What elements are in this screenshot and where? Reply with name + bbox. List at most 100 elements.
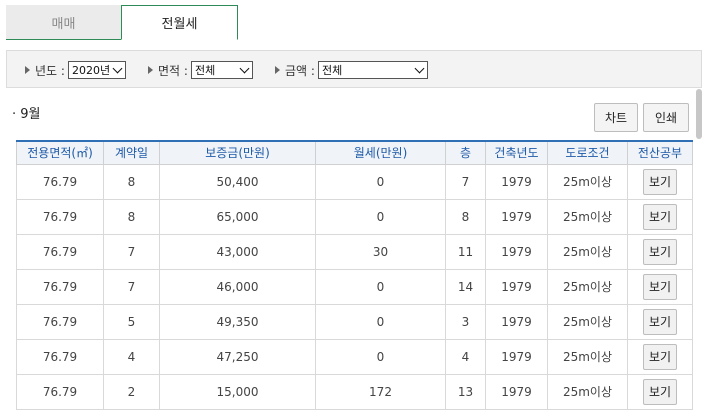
tab-rent[interactable]: 전월세 bbox=[121, 5, 238, 40]
cell-contract-day: 8 bbox=[103, 198, 160, 235]
table-row: 76.79 2 15,000 172 13 1979 25m이상 보기 bbox=[16, 373, 693, 410]
header-build-year: 건축년도 bbox=[485, 140, 548, 165]
area-filter: 면적 : 전체 bbox=[148, 60, 253, 80]
view-button[interactable]: 보기 bbox=[643, 273, 677, 300]
view-button[interactable]: 보기 bbox=[643, 378, 677, 405]
cell-contract-day: 7 bbox=[103, 268, 160, 305]
cell-build-year: 1979 bbox=[485, 338, 548, 375]
cell-deposit: 65,000 bbox=[159, 198, 316, 235]
cell-floor: 4 bbox=[445, 338, 486, 375]
chart-button[interactable]: 차트 bbox=[594, 103, 638, 132]
cell-monthly-rent: 172 bbox=[315, 373, 446, 410]
table-row: 76.79 8 50,400 0 7 1979 25m이상 보기 bbox=[16, 163, 693, 200]
cell-monthly-rent: 0 bbox=[315, 338, 446, 375]
cell-monthly-rent: 0 bbox=[315, 303, 446, 340]
header-deposit: 보증금(만원) bbox=[159, 140, 316, 165]
price-filter-label: 금액 : bbox=[285, 63, 315, 78]
year-filter: 년도 : 2020년 bbox=[25, 60, 126, 80]
cell-floor: 8 bbox=[445, 198, 486, 235]
cell-floor: 3 bbox=[445, 303, 486, 340]
table-row: 76.79 5 49,350 0 3 1979 25m이상 보기 bbox=[16, 303, 693, 340]
header-floor: 층 bbox=[445, 140, 486, 165]
view-button[interactable]: 보기 bbox=[643, 238, 677, 265]
cell-road-condition: 25m이상 bbox=[547, 268, 628, 305]
price-filter: 금액 : 전체 bbox=[275, 60, 428, 80]
cell-build-year: 1979 bbox=[485, 163, 548, 200]
cell-contract-day: 7 bbox=[103, 233, 160, 270]
print-button[interactable]: 인쇄 bbox=[643, 103, 689, 132]
header-register: 전산공부 bbox=[627, 140, 693, 165]
cell-floor: 7 bbox=[445, 163, 486, 200]
cell-register: 보기 bbox=[627, 163, 693, 200]
cell-register: 보기 bbox=[627, 303, 693, 340]
area-select[interactable]: 전체 bbox=[190, 61, 253, 79]
price-select[interactable]: 전체 bbox=[317, 61, 428, 79]
cell-register: 보기 bbox=[627, 373, 693, 410]
cell-road-condition: 25m이상 bbox=[547, 163, 628, 200]
area-filter-label: 면적 : bbox=[158, 63, 188, 78]
cell-road-condition: 25m이상 bbox=[547, 338, 628, 375]
view-button[interactable]: 보기 bbox=[643, 343, 677, 370]
scrollbar-thumb[interactable] bbox=[696, 89, 702, 139]
view-button[interactable]: 보기 bbox=[643, 308, 677, 335]
cell-monthly-rent: 0 bbox=[315, 163, 446, 200]
cell-build-year: 1979 bbox=[485, 268, 548, 305]
table-row: 76.79 7 46,000 0 14 1979 25m이상 보기 bbox=[16, 268, 693, 305]
chevron-down-icon bbox=[112, 63, 123, 73]
tab-sale[interactable]: 매매 bbox=[6, 5, 121, 40]
cell-area: 76.79 bbox=[16, 163, 104, 200]
cell-contract-day: 5 bbox=[103, 303, 160, 340]
year-select[interactable]: 2020년 bbox=[67, 61, 126, 79]
cell-register: 보기 bbox=[627, 268, 693, 305]
table-row: 76.79 7 43,000 30 11 1979 25m이상 보기 bbox=[16, 233, 693, 270]
chevron-down-icon bbox=[414, 63, 425, 73]
cell-register: 보기 bbox=[627, 233, 693, 270]
cell-contract-day: 4 bbox=[103, 338, 160, 375]
view-button[interactable]: 보기 bbox=[643, 168, 677, 195]
year-filter-label: 년도 : bbox=[35, 63, 65, 78]
cell-contract-day: 8 bbox=[103, 163, 160, 200]
cell-area: 76.79 bbox=[16, 338, 104, 375]
cell-road-condition: 25m이상 bbox=[547, 373, 628, 410]
cell-deposit: 46,000 bbox=[159, 268, 316, 305]
caret-right-icon bbox=[275, 66, 280, 74]
cell-road-condition: 25m이상 bbox=[547, 198, 628, 235]
month-label: · 9월 bbox=[12, 107, 41, 122]
transaction-table: 전용면적(㎡) 계약일 보증금(만원) 월세(만원) 층 건축년도 도로조건 전… bbox=[16, 140, 693, 410]
cell-floor: 13 bbox=[445, 373, 486, 410]
header-road-condition: 도로조건 bbox=[547, 140, 628, 165]
table-row: 76.79 4 47,250 0 4 1979 25m이상 보기 bbox=[16, 338, 693, 375]
chevron-down-icon bbox=[239, 63, 250, 73]
cell-area: 76.79 bbox=[16, 373, 104, 410]
cell-deposit: 47,250 bbox=[159, 338, 316, 375]
cell-floor: 14 bbox=[445, 268, 486, 305]
tab-bar: 매매 전월세 bbox=[6, 5, 706, 40]
caret-right-icon bbox=[25, 66, 30, 74]
cell-contract-day: 2 bbox=[103, 373, 160, 410]
cell-area: 76.79 bbox=[16, 198, 104, 235]
caret-right-icon bbox=[148, 66, 153, 74]
cell-area: 76.79 bbox=[16, 268, 104, 305]
year-select-value: 2020년 bbox=[71, 64, 111, 77]
table-row: 76.79 8 65,000 0 8 1979 25m이상 보기 bbox=[16, 198, 693, 235]
cell-road-condition: 25m이상 bbox=[547, 303, 628, 340]
view-button[interactable]: 보기 bbox=[643, 203, 677, 230]
header-contract-day: 계약일 bbox=[103, 140, 160, 165]
table-header-row: 전용면적(㎡) 계약일 보증금(만원) 월세(만원) 층 건축년도 도로조건 전… bbox=[16, 140, 693, 165]
header-area: 전용면적(㎡) bbox=[16, 140, 104, 165]
cell-monthly-rent: 0 bbox=[315, 198, 446, 235]
cell-road-condition: 25m이상 bbox=[547, 233, 628, 270]
cell-register: 보기 bbox=[627, 338, 693, 375]
cell-register: 보기 bbox=[627, 198, 693, 235]
cell-deposit: 50,400 bbox=[159, 163, 316, 200]
cell-build-year: 1979 bbox=[485, 198, 548, 235]
cell-build-year: 1979 bbox=[485, 373, 548, 410]
area-select-value: 전체 bbox=[194, 64, 216, 77]
cell-deposit: 15,000 bbox=[159, 373, 316, 410]
cell-deposit: 49,350 bbox=[159, 303, 316, 340]
header-monthly-rent: 월세(만원) bbox=[315, 140, 446, 165]
price-select-value: 전체 bbox=[321, 64, 343, 77]
cell-monthly-rent: 0 bbox=[315, 268, 446, 305]
cell-build-year: 1979 bbox=[485, 303, 548, 340]
filter-bar: 년도 : 2020년 면적 : 전체 금액 : 전체 bbox=[6, 50, 702, 88]
